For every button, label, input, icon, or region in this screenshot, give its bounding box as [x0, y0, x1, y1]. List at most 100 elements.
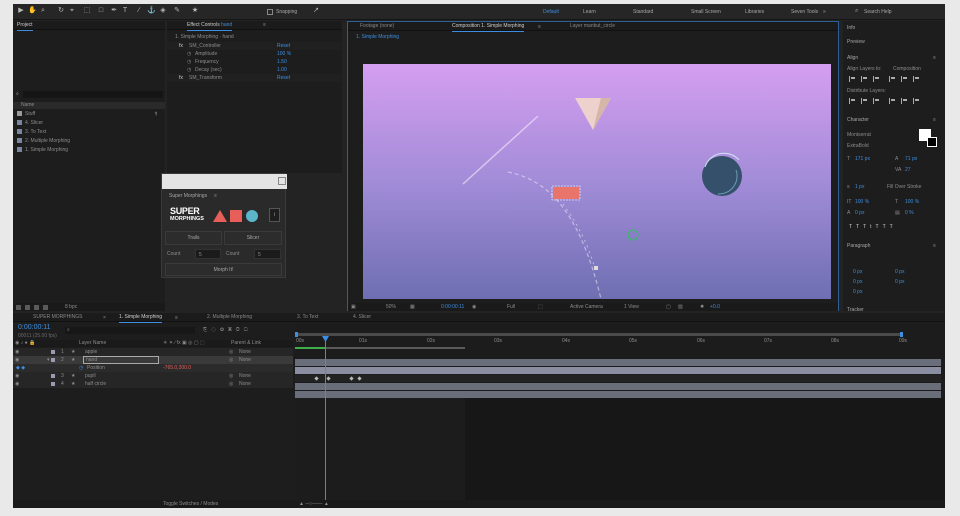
align-vcenter-icon[interactable]	[901, 76, 907, 82]
workspace-learn[interactable]: Learn	[583, 9, 596, 15]
parent-dropdown[interactable]: None	[239, 357, 251, 363]
hand-tool-icon[interactable]: ✋	[28, 7, 37, 15]
font-size-value[interactable]: 171 px	[855, 156, 870, 162]
distribute-hcenter-icon[interactable]	[901, 98, 907, 104]
workspace-standard[interactable]: Standard	[633, 9, 653, 15]
panel-menu-icon[interactable]: ≡	[933, 55, 936, 61]
visibility-icon[interactable]: ◉	[15, 357, 19, 363]
resolution-dropdown[interactable]: Full	[507, 304, 515, 310]
align-left-icon[interactable]	[849, 76, 855, 82]
parent-pickwhip-icon[interactable]: ◎	[229, 357, 233, 363]
align-target-dropdown[interactable]: Composition	[893, 66, 921, 72]
reset-link[interactable]: Reset	[277, 75, 290, 81]
hand-square-shape[interactable]	[553, 187, 579, 199]
puppet-tool-icon[interactable]: ★	[191, 7, 199, 15]
distribute-top-icon[interactable]	[849, 98, 855, 104]
new-folder-icon[interactable]	[25, 305, 30, 310]
indent-first-value[interactable]: 0 px	[895, 279, 904, 285]
font-family-dropdown[interactable]: Montserrat	[847, 132, 871, 138]
character-panel-title[interactable]: Character	[847, 117, 869, 123]
align-hcenter-icon[interactable]	[861, 76, 867, 82]
stopwatch-icon[interactable]: ◷	[79, 365, 83, 371]
project-tab[interactable]: Project	[17, 22, 33, 31]
reset-link[interactable]: Reset	[277, 43, 290, 49]
bit-depth-label[interactable]: 8 bpc	[65, 304, 77, 310]
align-right-icon[interactable]	[873, 76, 879, 82]
camera-tool-icon[interactable]: ⌖	[68, 7, 76, 15]
property-value[interactable]: 1.50	[277, 59, 287, 65]
panel-menu-icon[interactable]: ≡	[175, 315, 178, 321]
distribute-left-icon[interactable]	[889, 98, 895, 104]
views-dropdown[interactable]: 1 View	[624, 304, 639, 310]
parent-pickwhip-icon[interactable]: ◎	[229, 349, 233, 355]
panel-menu-icon[interactable]: ≡	[538, 24, 541, 30]
preview-panel-title[interactable]: Preview	[847, 39, 865, 45]
close-icon[interactable]	[278, 177, 286, 185]
rotate-tool-icon[interactable]: ↻	[57, 7, 65, 15]
grid-icon[interactable]: ▦	[410, 304, 415, 310]
effect-property-row[interactable]: ◷ Decay (sec) 1.00	[167, 66, 342, 74]
layer-row[interactable]: ◉ 4 ★ half circle ◎ None	[13, 380, 293, 388]
panel-menu-icon[interactable]: ≡	[933, 117, 936, 123]
layer-label-color[interactable]	[51, 350, 55, 354]
rectangle-tool-icon[interactable]: □	[97, 7, 105, 15]
info-button[interactable]: i	[269, 208, 280, 222]
composition-switches-icons[interactable]: ⎘◇❂▣◎▢	[203, 327, 252, 333]
magnification-dropdown[interactable]: 50%	[386, 304, 396, 310]
property-value[interactable]: 100 %	[277, 51, 291, 57]
stopwatch-icon[interactable]: ◷	[187, 59, 191, 65]
type-tool-icon[interactable]: T	[121, 7, 129, 15]
zoom-slider-icon[interactable]: ▲ ─○─── ▲	[299, 501, 329, 507]
property-row[interactable]: ◆ ◆ ◷ Position -765.0,200.0	[13, 364, 293, 372]
camera-dropdown[interactable]: Active Camera	[570, 304, 603, 310]
tab-slicer[interactable]: 4. Slicer	[353, 314, 371, 321]
comp-canvas[interactable]	[363, 64, 831, 299]
fast-previews-icon[interactable]: ▢	[666, 304, 671, 310]
horizontal-scale-value[interactable]: 100 %	[905, 199, 919, 205]
selection-tool-icon[interactable]: ▶	[17, 7, 25, 15]
indent-right-value[interactable]: 0 px	[895, 269, 904, 275]
layer-row[interactable]: ◉ 1 ★ apple ◎ None	[13, 348, 293, 356]
parent-pickwhip-icon[interactable]: ◎	[229, 373, 233, 379]
morph-it-button[interactable]: Morph It!	[165, 263, 282, 276]
exposure-value[interactable]: +0.0	[710, 304, 720, 310]
space-before-value[interactable]: 0 px	[853, 279, 862, 285]
eraser-tool-icon[interactable]: ◈	[159, 7, 167, 15]
search-icon[interactable]: ⌕	[855, 8, 858, 14]
tab-simple-morphing[interactable]: 1. Simple Morphing	[119, 314, 163, 323]
layer-name[interactable]: half circle	[85, 381, 106, 387]
close-tab-icon[interactable]: ×	[103, 315, 106, 321]
zoom-tool-icon[interactable]: ⌕	[39, 7, 47, 15]
tsume-value[interactable]: 0 %	[905, 210, 914, 216]
project-search-input[interactable]	[23, 91, 163, 98]
workspace-small-screen[interactable]: Small Screen	[691, 9, 721, 15]
pen-tool-icon[interactable]: ✒	[110, 7, 118, 15]
layer-name-edit-box[interactable]: hand	[83, 356, 159, 364]
column-name[interactable]: Name	[21, 102, 34, 108]
tab-multiple-morphing[interactable]: 2. Multiple Morphing	[207, 314, 252, 321]
keyframe-nav-icon[interactable]: ◆ ◆	[16, 365, 25, 371]
parent-dropdown[interactable]: None	[239, 381, 251, 387]
tracking-value[interactable]: 27	[905, 167, 911, 173]
tab-composition[interactable]: Composition 1. Simple Morphing	[452, 23, 525, 32]
distribute-right-icon[interactable]	[913, 98, 919, 104]
expand-arrow-icon[interactable]: ▾	[47, 357, 50, 363]
effect-property-row[interactable]: ◷ Amplitude 100 %	[167, 50, 342, 58]
region-of-interest-icon[interactable]: ⬚	[538, 304, 543, 310]
brush-tool-icon[interactable]: ∕	[135, 7, 143, 15]
search-help-input[interactable]: Search Help	[864, 9, 892, 15]
stroke-type-dropdown[interactable]: Fill Over Stroke	[887, 184, 921, 190]
anchor-point-icon[interactable]	[627, 229, 639, 241]
property-value[interactable]: -765.0,200.0	[163, 365, 191, 371]
clone-stamp-tool-icon[interactable]: ⚓	[147, 7, 156, 15]
interpret-footage-icon[interactable]	[16, 305, 21, 310]
layer-search-input[interactable]	[65, 327, 195, 334]
delete-icon[interactable]	[43, 305, 48, 310]
snap-option-icon[interactable]: ↗	[312, 7, 320, 15]
exposure-icon[interactable]: ✸	[700, 304, 704, 310]
font-style-dropdown[interactable]: ExtraBold	[847, 143, 869, 149]
panel-menu-icon[interactable]: ≡	[214, 193, 217, 199]
work-area-bar[interactable]	[295, 332, 903, 337]
distribute-bottom-icon[interactable]	[873, 98, 879, 104]
project-item[interactable]: 1. Simple Morphing	[13, 146, 153, 154]
